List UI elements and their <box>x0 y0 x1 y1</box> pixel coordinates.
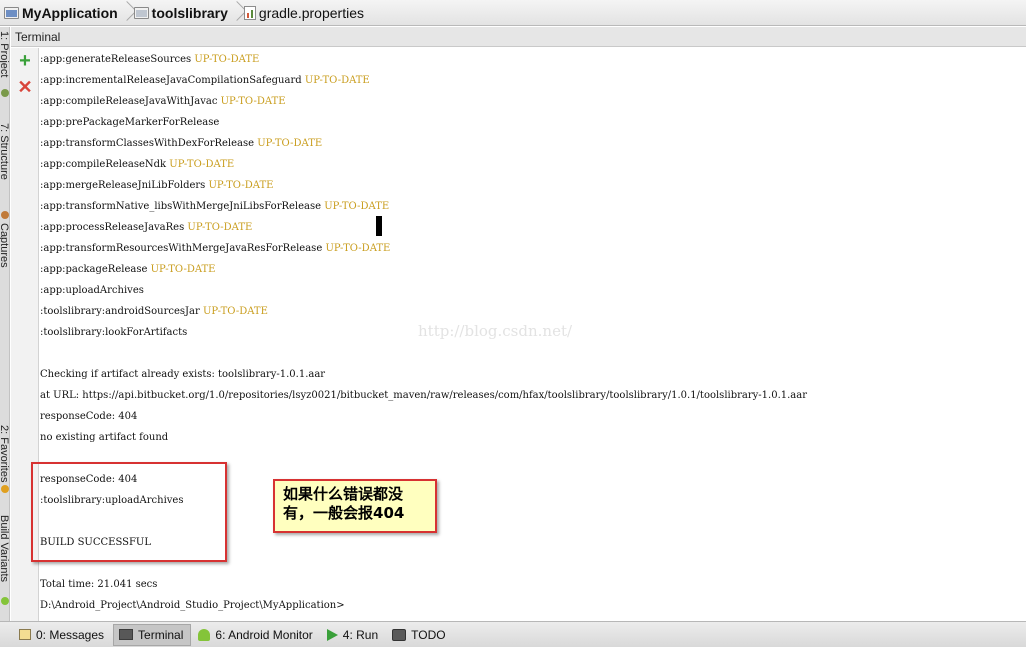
tab-build-variants[interactable]: Build Variants <box>0 515 9 582</box>
tab-android-monitor[interactable]: 6: Android Monitor <box>193 624 319 646</box>
console-line: :app:compileReleaseJavaWithJavac UP-TO-D… <box>40 94 286 110</box>
watermark: http://blog.csdn.net/ <box>418 322 573 340</box>
console-line-text: :app:incrementalReleaseJavaCompilationSa… <box>40 75 302 86</box>
console-line: :app:generateReleaseSources UP-TO-DATE <box>40 52 259 68</box>
console-line: responseCode: 404 <box>40 409 137 425</box>
highlight-box <box>31 462 227 562</box>
console-line-status: UP-TO-DATE <box>208 180 274 191</box>
console-line: at URL: https://api.bitbucket.org/1.0/re… <box>40 388 807 404</box>
tab-run[interactable]: 4: Run <box>322 624 385 646</box>
android-icon <box>198 628 211 641</box>
console-line: Checking if artifact already exists: too… <box>40 367 325 383</box>
tab-terminal[interactable]: Terminal <box>113 623 192 646</box>
breadcrumb-label: toolslibrary <box>151 4 228 21</box>
tab-messages[interactable]: 0: Messages <box>14 624 111 646</box>
breadcrumb-separator <box>232 0 242 26</box>
text-cursor <box>376 216 382 236</box>
console-line-status: UP-TO-DATE <box>187 222 253 233</box>
console-line: :app:uploadArchives <box>40 283 144 299</box>
terminal-title: Terminal <box>15 29 61 44</box>
console-line-text: at URL: https://api.bitbucket.org/1.0/re… <box>40 390 807 401</box>
console-line-text: :app:transformNative_libsWithMergeJniLib… <box>40 201 322 212</box>
console-line-text: no existing artifact found <box>40 432 169 443</box>
tab-structure[interactable]: 7: Structure <box>0 123 9 180</box>
console-line: :app:compileReleaseNdk UP-TO-DATE <box>40 157 234 173</box>
console-line-text: :toolslibrary:lookForArtifacts <box>40 327 188 338</box>
structure-icon <box>1 89 9 97</box>
breadcrumb-label: gradle.properties <box>258 4 364 21</box>
tab-project[interactable]: 1: Project <box>0 31 9 77</box>
module-folder-icon <box>133 6 149 19</box>
tab-favorites[interactable]: 2: Favorites <box>0 425 9 482</box>
console-line: :app:transformClassesWithDexForRelease U… <box>40 136 322 152</box>
breadcrumb-label: MyApplication <box>22 4 118 21</box>
console-line: D:\Android_Project\Android_Studio_Projec… <box>40 598 345 614</box>
breadcrumb-separator <box>122 0 132 26</box>
tab-label: 0: Messages <box>36 627 105 642</box>
left-tool-strip: 1: Project 7: Structure Captures 2: Favo… <box>0 27 10 621</box>
console-line: :app:incrementalReleaseJavaCompilationSa… <box>40 73 370 89</box>
console-line-text: D:\Android_Project\Android_Studio_Projec… <box>40 600 345 611</box>
console-line-text: responseCode: 404 <box>40 411 138 422</box>
console-line-text: :app:mergeReleaseJniLibFolders <box>40 180 206 191</box>
console-line-text: :app:compileReleaseNdk <box>40 159 167 170</box>
tab-label: Terminal <box>138 627 184 642</box>
console-line: no existing artifact found <box>40 430 168 446</box>
console-line-text: :app:generateReleaseSources <box>40 54 192 65</box>
gradle-file-icon <box>243 5 256 20</box>
bottom-tool-bar: 0: Messages Terminal 6: Android Monitor … <box>0 621 1026 647</box>
console-line-text: Total time: 21.041 secs <box>40 579 158 590</box>
console-line-text: :app:transformClassesWithDexForRelease <box>40 138 255 149</box>
tab-label: 6: Android Monitor <box>215 627 313 642</box>
console-line-text: Checking if artifact already exists: too… <box>40 369 326 380</box>
console-line: Total time: 21.041 secs <box>40 577 157 593</box>
breadcrumb-project[interactable]: MyApplication <box>2 0 122 26</box>
console-line-status: UP-TO-DATE <box>257 138 323 149</box>
console-line: :toolslibrary:lookForArtifacts <box>40 325 187 341</box>
console-line: :app:packageRelease UP-TO-DATE <box>40 262 216 278</box>
console-line-text: :app:packageRelease <box>40 264 148 275</box>
run-icon <box>326 628 338 641</box>
annotation-note: 如果什么错误都没有，一般会报404 <box>273 479 437 533</box>
console-line-status: UP-TO-DATE <box>169 159 235 170</box>
console-line-text: :toolslibrary:androidSourcesJar <box>40 306 200 317</box>
console-line: :app:prePackageMarkerForRelease <box>40 115 219 131</box>
console-line: :app:mergeReleaseJniLibFolders UP-TO-DAT… <box>40 178 273 194</box>
tab-label: 4: Run <box>342 627 379 642</box>
plus-icon: + <box>19 50 31 72</box>
close-icon: ✕ <box>17 77 33 97</box>
console-line: :app:transformNative_libsWithMergeJniLib… <box>40 199 389 215</box>
console-line-text: :app:transformResourcesWithMergeJavaResF… <box>40 243 323 254</box>
console-line-status: UP-TO-DATE <box>220 96 286 107</box>
console-line: :toolslibrary:androidSourcesJar UP-TO-DA… <box>40 304 268 320</box>
structure-tab-icon <box>1 211 9 219</box>
breadcrumb-file[interactable]: gradle.properties <box>242 0 368 26</box>
console-line-text: :app:uploadArchives <box>40 285 144 296</box>
console-line-status: UP-TO-DATE <box>202 306 268 317</box>
tab-captures[interactable]: Captures <box>0 223 9 268</box>
console-line-status: UP-TO-DATE <box>324 201 390 212</box>
tab-todo[interactable]: TODO <box>387 624 452 646</box>
tab-label: TODO <box>411 627 446 642</box>
console-line-text: :app:processReleaseJavaRes <box>40 222 185 233</box>
console-line: :app:processReleaseJavaRes UP-TO-DATE <box>40 220 252 236</box>
build-variants-icon <box>1 597 9 605</box>
messages-icon <box>19 629 31 640</box>
project-folder-icon <box>4 6 19 19</box>
star-icon <box>1 485 9 493</box>
todo-icon <box>392 628 407 641</box>
console-line-text: :app:prePackageMarkerForRelease <box>40 117 220 128</box>
navigation-breadcrumb: MyApplication toolslibrary gradle.proper… <box>0 0 1026 26</box>
terminal-header: Terminal <box>11 27 1026 47</box>
breadcrumb-module[interactable]: toolslibrary <box>132 0 232 26</box>
new-session-button[interactable]: + <box>17 50 33 72</box>
console-line-text: :app:compileReleaseJavaWithJavac <box>40 96 218 107</box>
console-line-status: UP-TO-DATE <box>304 75 370 86</box>
console-line-status: UP-TO-DATE <box>325 243 391 254</box>
console-line-status: UP-TO-DATE <box>150 264 216 275</box>
close-session-button[interactable]: ✕ <box>17 77 33 97</box>
console-line-status: UP-TO-DATE <box>194 54 260 65</box>
console-line: :app:transformResourcesWithMergeJavaResF… <box>40 241 390 257</box>
terminal-icon <box>119 629 134 640</box>
